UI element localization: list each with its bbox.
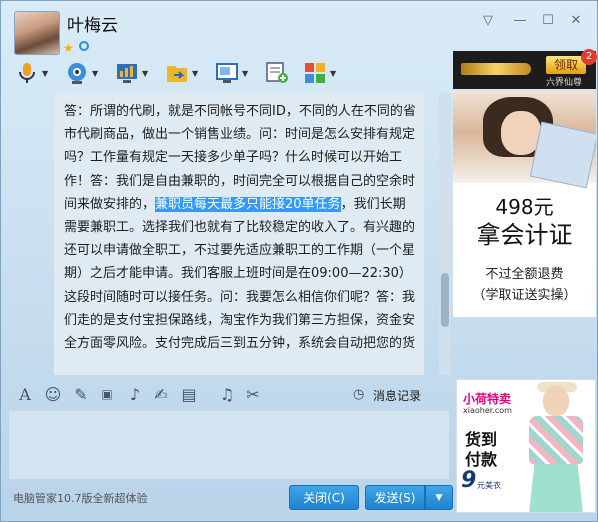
ad-line-refund: 不过全额退费	[485, 267, 564, 282]
microphone-icon	[19, 63, 35, 83]
message-text-part: ，我们长期需要兼职工。选择我们也就有了比较稳定的收入了。有兴趣的还可以申请做全职…	[64, 196, 416, 352]
screen-share-icon	[216, 63, 238, 83]
ad-price-nine: 9	[461, 468, 477, 493]
close-window-button[interactable]: ✕	[567, 13, 585, 28]
screen-share-button[interactable]: ▼	[215, 59, 248, 87]
send-button[interactable]: 发送(S)	[365, 485, 425, 510]
message-input[interactable]	[9, 411, 449, 479]
ad-headline-2: 付款	[465, 450, 498, 469]
file-transfer-icon	[167, 66, 187, 82]
ad-brand: 小荷特卖	[463, 392, 512, 406]
game-ad-banner[interactable]: 领取 六界仙尊 2	[453, 49, 597, 89]
chevron-down-icon: ▼	[242, 68, 249, 78]
clothing-ad[interactable]: 小荷特卖 xiaoher.com 货到 付款 9 元美衣	[456, 379, 596, 513]
app-grid-icon	[305, 63, 325, 83]
voice-icon[interactable]: ♪	[125, 385, 145, 404]
status-text[interactable]: 电脑管家10.7版全新超体验	[13, 490, 148, 506]
message-history-button[interactable]: 消息记录	[373, 387, 421, 404]
font-icon[interactable]: A	[15, 385, 35, 404]
ad-model-face	[543, 386, 569, 416]
chat-toolbar: ▼ ▼ ▼ ▼ ▼ ▼	[1, 57, 451, 91]
avatar[interactable]	[14, 11, 60, 55]
apps-button[interactable]: ▼	[303, 59, 336, 87]
gif-icon[interactable]: ▣	[97, 387, 117, 401]
voice-call-button[interactable]: ▼	[15, 59, 48, 87]
chevron-down-icon: ▼	[42, 68, 49, 78]
chevron-down-icon: ▼	[142, 68, 149, 78]
ad-line-practice: （学取证送实操）	[472, 288, 577, 303]
sword-icon	[461, 63, 531, 75]
ad-title: 拿会计证	[476, 221, 573, 249]
ad-photo-book	[529, 121, 596, 189]
file-transfer-button[interactable]: ▼	[165, 59, 198, 87]
webcam-icon	[68, 63, 86, 84]
ad-model-shirt	[529, 416, 583, 464]
emoji-icon[interactable]: ☺	[43, 385, 63, 404]
message-text[interactable]: 答：所谓的代刷，就是不同帐号不同ID，不同的人在不同的省市代刷商品，做出一个销售…	[64, 100, 416, 355]
chat-history[interactable]: 答：所谓的代刷，就是不同帐号不同ID，不同的人在不同的省市代刷商品，做出一个销售…	[54, 93, 424, 375]
game-name: 六界仙尊	[546, 78, 583, 88]
ad-model-skirt	[529, 464, 583, 512]
input-toolbar: A ☺ ✎ ▣ ♪ ✍ ▤ ♫ ✂ ◷ 消息记录	[1, 381, 453, 409]
ad-price-unit: 元美衣	[477, 481, 501, 490]
scroll-thumb[interactable]	[441, 273, 449, 327]
qzone-icon[interactable]	[79, 41, 89, 51]
remote-desktop-button[interactable]: ▼	[115, 59, 148, 87]
chevron-down-icon: ▼	[92, 68, 99, 78]
add-discussion-icon	[266, 62, 288, 83]
add-discussion-button[interactable]	[265, 59, 289, 87]
selected-text[interactable]: 兼职员每天最多只能接20单任务	[155, 196, 341, 212]
star-icon[interactable]: ★	[63, 41, 74, 55]
chat-window: 叶梅云 ★ ▽ — ☐ ✕ ▼ ▼ ▼ ▼ ▼ ▼ 答：所谓的代刷，就是不同帐号…	[0, 0, 598, 522]
minimize-button[interactable]: —	[511, 13, 529, 28]
maximize-button[interactable]: ☐	[539, 13, 557, 28]
ad-site: xiaoher.com	[463, 406, 512, 415]
notification-badge: 2	[581, 49, 597, 65]
image-icon[interactable]: ▤	[179, 385, 199, 404]
chevron-down-icon: ▼	[192, 68, 199, 78]
music-icon[interactable]: ♫	[217, 385, 237, 404]
clock-icon: ◷	[353, 387, 365, 402]
message-text-part: 答：所谓的代刷，就是不同帐号不同ID，不同的人在不同的省市代刷商品，做出一个销售…	[64, 104, 416, 212]
close-button[interactable]: 关闭(C)	[289, 485, 359, 510]
video-call-button[interactable]: ▼	[65, 59, 98, 87]
chevron-down-icon: ▼	[330, 68, 337, 78]
menu-button[interactable]: ▽	[479, 13, 497, 28]
accounting-ad[interactable]: 498元 拿会计证 不过全额退费 （学取证送实操）	[453, 91, 596, 317]
claim-button[interactable]: 领取	[546, 56, 586, 74]
remote-desktop-icon	[117, 64, 137, 83]
edit-icon[interactable]: ✍	[151, 385, 171, 404]
scissors-icon[interactable]: ✂	[243, 385, 263, 404]
shake-icon[interactable]: ✎	[71, 385, 91, 404]
chat-scrollbar[interactable]	[439, 93, 451, 375]
title-bar: 叶梅云 ★ ▽ — ☐ ✕	[1, 1, 598, 55]
send-options-button[interactable]: ▼	[425, 485, 453, 510]
contact-name: 叶梅云	[67, 16, 118, 36]
